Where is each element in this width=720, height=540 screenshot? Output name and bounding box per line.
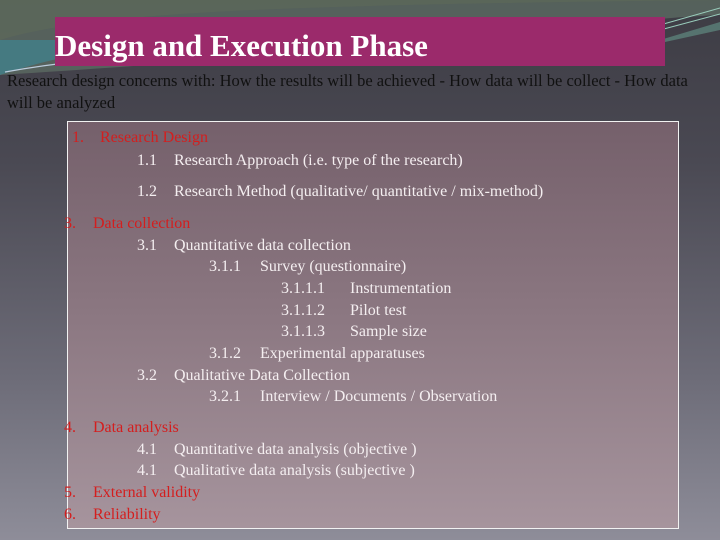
outline-number: 3.1.1 [209, 258, 241, 275]
outline-text: Research Approach (i.e. type of the rese… [174, 152, 463, 169]
outline-text: Qualitative data analysis (subjective ) [174, 462, 415, 479]
outline-number: 3. [64, 215, 76, 232]
outline-text: Reliability [93, 506, 161, 523]
outline-text: Interview / Documents / Observation [260, 388, 498, 405]
outline-text: Data collection [93, 215, 191, 232]
outline-text: Data analysis [93, 419, 179, 436]
outline-number: 4.1 [137, 441, 157, 458]
outline-number: 3.2 [137, 367, 157, 384]
outline-text: Quantitative data collection [174, 237, 351, 254]
outline-number: 1.2 [137, 183, 157, 200]
slide-title: Design and Execution Phase [55, 28, 428, 63]
outline-number: 4.1 [137, 462, 157, 479]
outline-text: Research Design [100, 129, 208, 146]
outline-number: 1.1 [137, 152, 157, 169]
outline-text: External validity [93, 484, 201, 501]
outline-text: Sample size [350, 323, 427, 340]
outline-number: 3.1.1.1 [281, 280, 325, 297]
outline-text: Experimental apparatuses [260, 345, 425, 362]
outline-text: Survey (questionnaire) [260, 258, 407, 275]
outline-number: 3.2.1 [209, 388, 241, 405]
outline-number: 1. [72, 129, 84, 146]
outline-text: Qualitative Data Collection [174, 367, 350, 384]
outline-number: 3.1.2 [209, 345, 241, 362]
outline-text: Instrumentation [350, 280, 452, 297]
outline-number: 5. [64, 484, 76, 501]
outline-text: Quantitative data analysis (objective ) [174, 441, 417, 458]
intro-text: Research design concerns with: How the r… [7, 71, 688, 112]
outline-number: 4. [64, 419, 76, 436]
outline-text: Research Method (qualitative/ quantitati… [174, 183, 544, 200]
outline-number: 3.1.1.3 [281, 323, 325, 340]
outline-number: 6. [64, 506, 76, 523]
outline-number: 3.1.1.2 [281, 302, 325, 319]
outline-text: Pilot test [350, 302, 407, 319]
outline-number: 3.1 [137, 237, 157, 254]
